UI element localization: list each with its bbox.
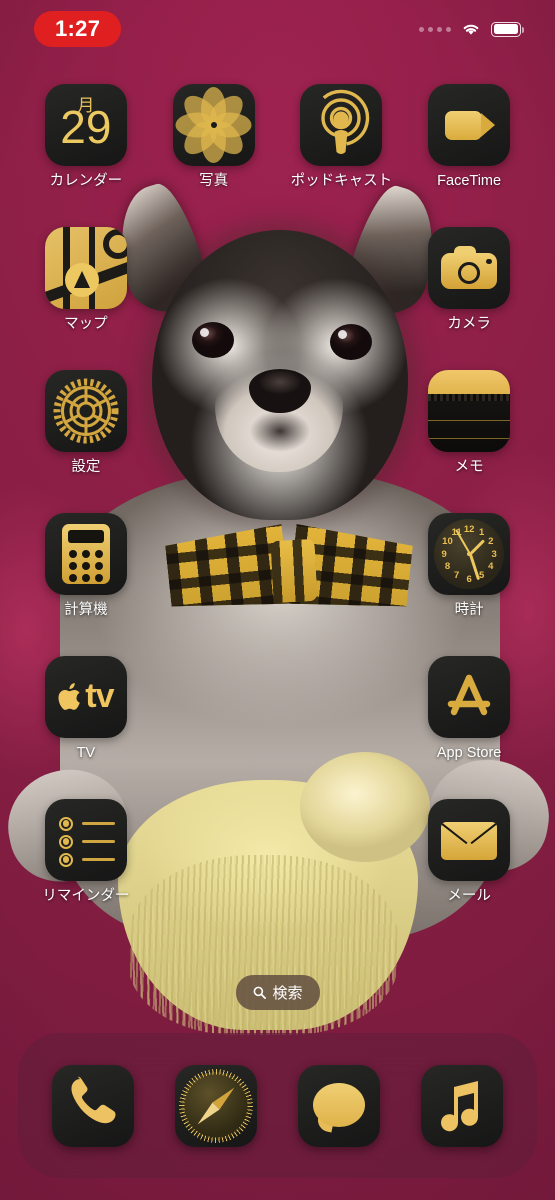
phone-icon[interactable] xyxy=(52,1064,135,1147)
tv-icon[interactable]: tv xyxy=(44,655,127,738)
camera-flash-dot-icon xyxy=(486,258,492,265)
music-icon[interactable] xyxy=(420,1064,503,1147)
settings-gear-icon xyxy=(53,378,119,444)
clock-numeral: 8 xyxy=(444,561,451,573)
settings-icon[interactable] xyxy=(44,369,127,452)
music-note-icon xyxy=(440,1080,478,1131)
clock-numeral: 6 xyxy=(466,573,472,585)
app-mail[interactable]: メール xyxy=(405,798,533,905)
app-label: メール xyxy=(447,887,491,904)
notes-icon[interactable] xyxy=(428,369,511,452)
facetime-camera-lens-icon xyxy=(481,113,496,137)
status-indicators xyxy=(419,21,525,37)
safari-icon[interactable] xyxy=(175,1064,258,1147)
clock-face: 121234567891011 xyxy=(434,518,505,589)
reminders-row xyxy=(58,816,115,831)
app-calendar[interactable]: 月 29 カレンダー xyxy=(22,84,150,190)
wifi-icon xyxy=(463,24,479,35)
app-label: ポッドキャスト xyxy=(290,173,393,189)
app-label: 計算機 xyxy=(64,601,108,618)
status-bar: 1:27 xyxy=(0,0,555,58)
recording-time-pill[interactable]: 1:27 xyxy=(34,11,122,47)
clock-numeral: 9 xyxy=(441,548,447,560)
app-label: マップ xyxy=(64,315,108,332)
notes-header-icon xyxy=(428,369,511,394)
app-label: TV xyxy=(76,744,96,761)
app-calculator[interactable]: 計算機 xyxy=(22,512,150,619)
search-label: 検索 xyxy=(272,984,303,1002)
app-label: 設定 xyxy=(71,458,101,475)
reminders-icon[interactable] xyxy=(44,798,127,881)
apple-logo-icon xyxy=(58,682,81,710)
clock-numeral: 3 xyxy=(491,548,497,560)
app-label: リマインダー xyxy=(42,887,130,904)
facetime-camera-body-icon xyxy=(445,111,483,140)
app-label: カレンダー xyxy=(49,173,123,189)
app-maps[interactable]: マップ xyxy=(22,226,150,333)
calculator-display-icon xyxy=(67,529,104,543)
calendar-day: 29 xyxy=(60,101,112,153)
facetime-icon[interactable] xyxy=(428,84,511,166)
battery-icon xyxy=(491,21,525,37)
app-label: App Store xyxy=(436,744,502,761)
dock xyxy=(18,1033,537,1178)
app-photos[interactable]: 写真 xyxy=(150,84,278,190)
photos-flower-icon xyxy=(173,84,255,166)
app-label: FaceTime xyxy=(437,173,502,189)
reminders-row xyxy=(58,834,115,849)
app-label: 時計 xyxy=(454,601,484,618)
app-camera[interactable]: カメラ xyxy=(405,226,533,333)
podcasts-icon[interactable] xyxy=(300,84,383,166)
iphone-home-screen: 1:27 月 29 カレンダー 写真 ポッドキャスト FaceTime マップ … xyxy=(0,0,555,1200)
cellular-dots-icon xyxy=(419,26,451,32)
search-icon xyxy=(253,986,266,999)
app-label: 写真 xyxy=(199,173,229,189)
tv-logo: tv xyxy=(45,656,127,738)
app-store-icon[interactable] xyxy=(428,655,511,738)
calculator-icon[interactable] xyxy=(44,512,127,595)
maps-navigation-pin-icon xyxy=(64,262,99,297)
app-grid: 月 29 カレンダー 写真 ポッドキャスト FaceTime マップ カメラ 設… xyxy=(0,84,555,905)
clock-icon[interactable]: 121234567891011 xyxy=(428,512,511,595)
maps-icon[interactable] xyxy=(44,226,127,309)
reminders-row xyxy=(58,852,115,867)
notes-perforation-icon xyxy=(428,393,511,401)
app-podcasts[interactable]: ポッドキャスト xyxy=(278,84,406,190)
messages-bubble-icon xyxy=(312,1082,365,1127)
podcasts-glyph-icon xyxy=(313,89,370,154)
tv-text: tv xyxy=(85,677,114,716)
search-button[interactable]: 検索 xyxy=(235,975,320,1010)
mail-icon[interactable] xyxy=(428,798,511,881)
app-clock[interactable]: 121234567891011 時計 xyxy=(405,512,533,619)
phone-handset-icon xyxy=(71,1076,116,1123)
app-notes[interactable]: メモ xyxy=(405,369,533,476)
app-store-glyph-icon xyxy=(447,674,491,715)
app-label: カメラ xyxy=(447,315,491,332)
calendar-icon[interactable]: 月 29 xyxy=(44,84,127,166)
camera-lens-icon xyxy=(458,261,481,284)
app-label: メモ xyxy=(454,458,484,475)
app-reminders[interactable]: リマインダー xyxy=(22,798,150,905)
notes-body xyxy=(428,400,511,452)
app-facetime[interactable]: FaceTime xyxy=(405,84,533,190)
app-app-store[interactable]: App Store xyxy=(405,655,533,762)
app-settings[interactable]: 設定 xyxy=(22,369,150,476)
camera-icon[interactable] xyxy=(428,226,511,309)
messages-icon[interactable] xyxy=(297,1064,380,1147)
app-tv[interactable]: tv TV xyxy=(22,655,150,762)
photos-icon[interactable] xyxy=(172,84,255,166)
mail-envelope-icon xyxy=(441,821,498,860)
clock-numeral: 2 xyxy=(488,536,494,548)
